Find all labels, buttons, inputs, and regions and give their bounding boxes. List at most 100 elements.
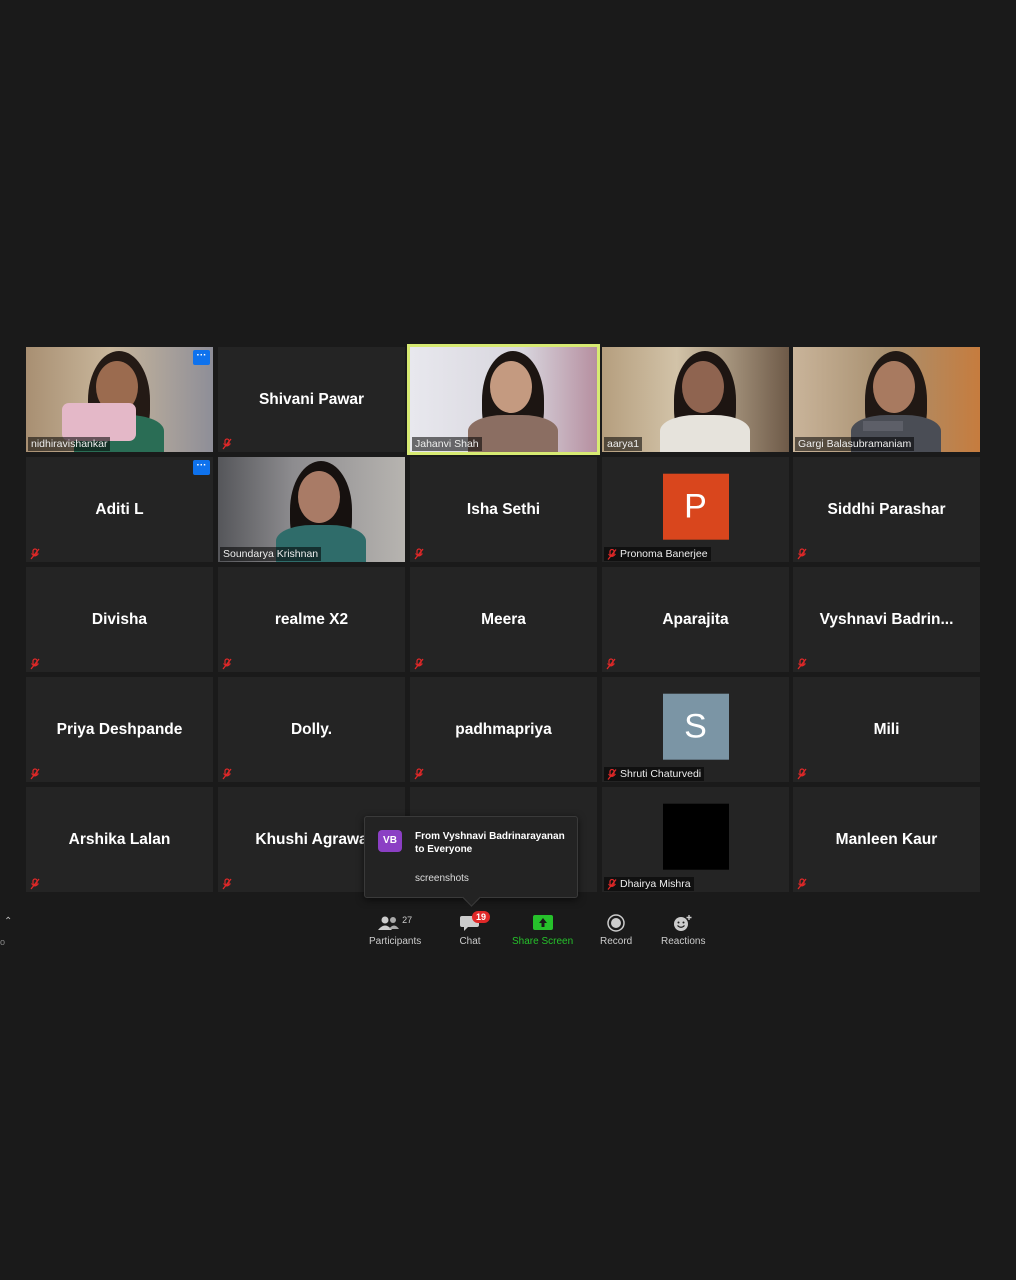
profile-avatar: P (662, 473, 729, 540)
participant-tile[interactable]: Manleen Kaur (793, 787, 980, 892)
record-button[interactable]: Record (600, 912, 632, 947)
muted-mic-icon (30, 547, 40, 560)
participant-tile[interactable]: Dolly. (218, 677, 405, 782)
participant-tile[interactable]: Shivani Pawar (218, 347, 405, 452)
share-screen-icon (532, 915, 553, 930)
participant-tile[interactable]: Vyshnavi Badrin... (793, 567, 980, 672)
participant-tile[interactable]: Soundarya Krishnan (218, 457, 405, 562)
participant-tile[interactable]: realme X2 (218, 567, 405, 672)
participant-tile[interactable]: Dhairya Mishra (602, 787, 789, 892)
profile-avatar (662, 803, 729, 870)
muted-mic-icon (414, 767, 424, 780)
muted-mic-icon (222, 437, 232, 450)
participant-name: Aditi L (95, 500, 144, 518)
participant-name: aarya1 (607, 438, 640, 450)
participant-tile[interactable]: Gargi Balasubramaniam (793, 347, 980, 452)
reactions-icon (674, 915, 692, 931)
muted-mic-icon (30, 657, 40, 670)
muted-mic-icon (30, 767, 40, 780)
participant-name: Aparajita (662, 610, 729, 628)
participant-name: Siddhi Parashar (827, 500, 946, 518)
participant-tile[interactable]: Divisha (26, 567, 213, 672)
participant-name: Pronoma Banerjee (620, 548, 708, 560)
muted-mic-icon (607, 768, 617, 780)
participant-name: nidhiravishankar (31, 438, 108, 450)
muted-mic-icon (797, 767, 807, 780)
participant-count: 27 (402, 915, 413, 925)
chat-notification-popup[interactable]: VB From Vyshnavi Badrinarayanan to Every… (364, 816, 578, 907)
participant-name: Meera (481, 610, 526, 628)
participant-name: Divisha (91, 610, 148, 628)
profile-avatar: S (662, 693, 729, 760)
participant-tile[interactable]: Jahanvi Shah (407, 344, 600, 455)
muted-mic-icon (607, 878, 617, 890)
participant-tile[interactable]: P Pronoma Banerjee (602, 457, 789, 562)
muted-mic-icon (606, 657, 616, 670)
participant-name: Jahanvi Shah (415, 438, 479, 450)
participant-tile[interactable]: Meera (410, 567, 597, 672)
participant-name: Arshika Lalan (68, 830, 171, 848)
more-options-button[interactable]: ··· (193, 460, 210, 475)
video-grid: nidhiravishankar ··· Shivani Pawar Jahanvi … (0, 0, 1016, 900)
participant-name-label: aarya1 (604, 437, 643, 451)
muted-mic-icon (797, 657, 807, 670)
share-screen-label: Share Screen (512, 936, 574, 947)
participants-button[interactable]: 27 Participants (369, 912, 421, 947)
participant-tile[interactable]: aarya1 (602, 347, 789, 452)
muted-mic-icon (222, 767, 232, 780)
muted-mic-icon (797, 547, 807, 560)
participant-name: realme X2 (274, 610, 349, 628)
participant-name-label: Jahanvi Shah (412, 437, 482, 451)
participant-tile[interactable]: S Shruti Chaturvedi (602, 677, 789, 782)
more-options-button[interactable]: ··· (193, 350, 210, 365)
muted-mic-icon (30, 877, 40, 890)
muted-mic-icon (607, 548, 617, 560)
share-screen-button[interactable]: Share Screen (512, 912, 573, 947)
shirt-print (863, 421, 903, 431)
participant-name: Shivani Pawar (258, 390, 365, 408)
participant-tile[interactable]: padhmapriya (410, 677, 597, 782)
edge-fragment: o (0, 937, 6, 947)
muted-mic-icon (414, 547, 424, 560)
participant-tile[interactable]: Isha Sethi (410, 457, 597, 562)
participant-name: padhmapriya (455, 720, 552, 738)
muted-mic-icon (414, 657, 424, 670)
chat-button[interactable]: 19 Chat (456, 911, 491, 947)
chat-label: Chat (459, 936, 481, 947)
reactions-label: Reactions (661, 936, 706, 947)
chat-message-text: screenshots (415, 873, 469, 884)
participant-tile[interactable]: nidhiravishankar ··· (26, 347, 213, 452)
participant-name-label: Gargi Balasubramaniam (795, 437, 915, 451)
participant-name: Gargi Balasubramaniam (798, 438, 912, 450)
participant-name: Priya Deshpande (56, 720, 183, 738)
participants-label: Participants (369, 936, 422, 947)
participant-name: Dhairya Mishra (620, 878, 691, 890)
muted-mic-icon (222, 877, 232, 890)
muted-mic-icon (222, 657, 232, 670)
participant-name-label: Soundarya Krishnan (220, 547, 322, 561)
chevron-up-icon[interactable]: ⌃ (4, 916, 12, 927)
participant-name: Manleen Kaur (835, 830, 938, 848)
chat-sender-line: From Vyshnavi Badrinarayanan to Everyone (415, 831, 565, 855)
muted-mic-icon (797, 877, 807, 890)
participant-tile[interactable]: Aparajita (602, 567, 789, 672)
participant-name-label: nidhiravishankar (28, 437, 111, 451)
participant-tile[interactable]: Siddhi Parashar (793, 457, 980, 562)
popup-pointer (462, 888, 481, 907)
participant-name-label: Pronoma Banerjee (604, 547, 711, 561)
participant-name-label: Dhairya Mishra (604, 877, 694, 891)
participant-name: Dolly. (290, 720, 333, 738)
phone-image (62, 403, 136, 441)
participant-name: Soundarya Krishnan (223, 548, 319, 560)
chat-unread-badge: 19 (472, 911, 491, 923)
participant-tile[interactable]: Mili (793, 677, 980, 782)
participant-name: Isha Sethi (466, 500, 541, 518)
participant-name: Vyshnavi Badrin... (819, 610, 954, 628)
record-icon (607, 914, 625, 932)
reactions-button[interactable]: Reactions (661, 912, 705, 947)
sender-avatar: VB (378, 830, 402, 852)
participant-name: Shruti Chaturvedi (620, 768, 702, 780)
participant-tile[interactable]: Arshika Lalan (26, 787, 213, 892)
participant-tile[interactable]: Priya Deshpande (26, 677, 213, 782)
participant-tile[interactable]: Aditi L ··· (26, 457, 213, 562)
